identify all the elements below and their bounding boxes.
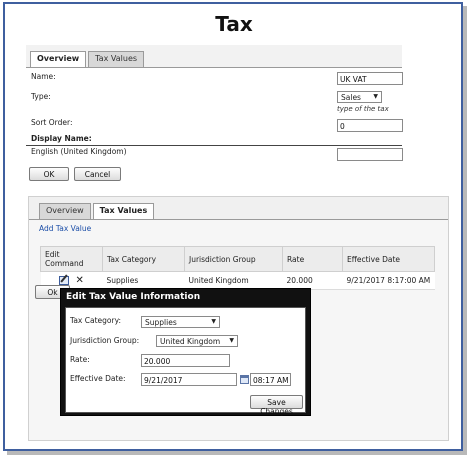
- add-tax-value-link[interactable]: Add Tax Value: [39, 224, 91, 233]
- col-jurisdiction-group[interactable]: Jurisdiction Group: [184, 246, 283, 272]
- jurisdiction-cell: United Kingdom: [184, 271, 283, 290]
- tab-tax-values-2[interactable]: Tax Values: [92, 203, 155, 220]
- col-effective-date[interactable]: Effective Date: [342, 246, 435, 272]
- tab-overview[interactable]: Overview: [30, 51, 87, 68]
- tab-overview-2[interactable]: Overview: [39, 203, 91, 219]
- tax-values-tab-strip: Overview Tax Values: [39, 203, 156, 220]
- tax-category-select-value: Supplies: [145, 318, 177, 327]
- name-field[interactable]: UK VAT: [337, 72, 403, 85]
- divider: [26, 145, 402, 146]
- jurisdiction-select-value: United Kingdom: [160, 337, 221, 346]
- cancel-button[interactable]: Cancel: [74, 167, 121, 181]
- name-label: Name:: [31, 72, 56, 81]
- type-select[interactable]: Sales ▼: [337, 91, 382, 103]
- effective-date-label: Effective Date:: [70, 374, 126, 383]
- edit-tax-value-dialog: Edit Tax Value Information Tax Category:…: [60, 288, 311, 416]
- sort-order-field[interactable]: 0: [337, 119, 403, 132]
- overview-form: Name: UK VAT Type: Sales ▼ type of the t…: [26, 67, 403, 191]
- effective-date-cell: 9/21/2017 8:17:00 AM: [342, 271, 435, 290]
- jurisdiction-select[interactable]: United Kingdom ▼: [156, 335, 238, 347]
- calendar-icon[interactable]: [240, 375, 249, 384]
- rate-cell: 20.000: [282, 271, 343, 290]
- col-rate[interactable]: Rate: [282, 246, 343, 272]
- ok-button[interactable]: OK: [29, 167, 69, 181]
- table-row: ✕ Supplies United Kingdom 20.000 9/21/20…: [40, 271, 435, 290]
- overview-panel: Overview Tax Values Name: UK VAT Type: S…: [26, 45, 403, 191]
- sort-order-label: Sort Order:: [31, 118, 73, 127]
- effective-time-field[interactable]: 08:17 AM: [250, 373, 291, 386]
- tax-category-select[interactable]: Supplies ▼: [141, 316, 220, 328]
- rate-label: Rate:: [70, 355, 90, 364]
- type-label: Type:: [31, 92, 51, 101]
- tab-tax-values[interactable]: Tax Values: [88, 51, 145, 67]
- tax-values-table: Edit Command Tax Category Jurisdiction G…: [40, 246, 435, 290]
- dialog-title: Edit Tax Value Information: [66, 292, 201, 302]
- save-changes-button[interactable]: Save Changes: [250, 395, 303, 416]
- display-name-field[interactable]: [337, 148, 403, 161]
- display-name-label: Display Name:: [31, 134, 92, 143]
- page-title: Tax: [215, 12, 253, 36]
- effective-date-field[interactable]: 9/21/2017: [141, 373, 237, 386]
- jurisdiction-label: Jurisdiction Group:: [70, 336, 140, 345]
- language-label: English (United Kingdom): [31, 147, 127, 156]
- chevron-down-icon: ▼: [229, 337, 234, 344]
- table-header-row: Edit Command Tax Category Jurisdiction G…: [40, 246, 435, 272]
- overview-tab-strip: Overview Tax Values: [30, 51, 146, 68]
- delete-icon[interactable]: ✕: [76, 275, 84, 286]
- dialog-body: Tax Category: Supplies ▼ Jurisdiction Gr…: [65, 307, 306, 416]
- edit-icon[interactable]: [59, 274, 70, 285]
- tax-category-label: Tax Category:: [70, 316, 121, 325]
- type-hint: type of the tax: [337, 105, 389, 113]
- tax-category-cell: Supplies: [102, 271, 185, 290]
- chevron-down-icon: ▼: [211, 318, 216, 325]
- chevron-down-icon: ▼: [373, 93, 378, 100]
- col-tax-category[interactable]: Tax Category: [102, 246, 185, 272]
- rate-field[interactable]: 20.000: [141, 354, 230, 367]
- type-select-value: Sales: [341, 93, 361, 102]
- col-edit-command[interactable]: Edit Command: [40, 246, 103, 272]
